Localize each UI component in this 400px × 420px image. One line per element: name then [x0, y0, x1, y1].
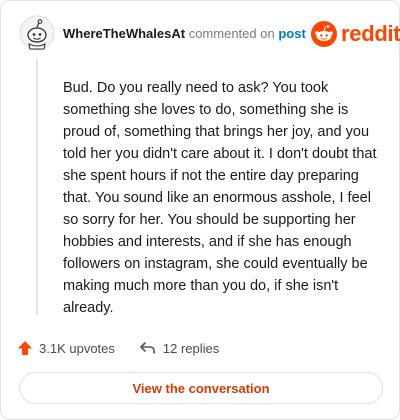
snoo-avatar-icon[interactable] [19, 15, 55, 51]
reply-arrow-icon [140, 342, 155, 354]
commented-on-label: commented on [188, 26, 275, 41]
view-conversation-button[interactable]: View the conversation [19, 372, 383, 404]
upvote-arrow-icon [18, 341, 32, 355]
comment-header: WhereTheWhalesAt commented on post [63, 26, 306, 42]
thread-line [36, 59, 38, 315]
post-link[interactable]: post [278, 26, 305, 41]
reddit-alien-icon [311, 21, 337, 47]
comment-card: WhereTheWhalesAt commented on post reddi… [0, 0, 400, 420]
comment-body: Bud. Do you really need to ask? You took… [63, 80, 377, 316]
comment-actions: 3.1K upvotes 12 replies [17, 337, 219, 359]
upvote-button[interactable]: 3.1K upvotes [17, 340, 115, 356]
replies-button[interactable]: 12 replies [139, 340, 219, 356]
reddit-logo[interactable]: reddit [311, 19, 400, 49]
reddit-wordmark: reddit [341, 21, 400, 46]
reply-count: 12 replies [162, 340, 220, 356]
upvote-count: 3.1K upvotes [39, 340, 115, 356]
username[interactable]: WhereTheWhalesAt [63, 26, 185, 41]
